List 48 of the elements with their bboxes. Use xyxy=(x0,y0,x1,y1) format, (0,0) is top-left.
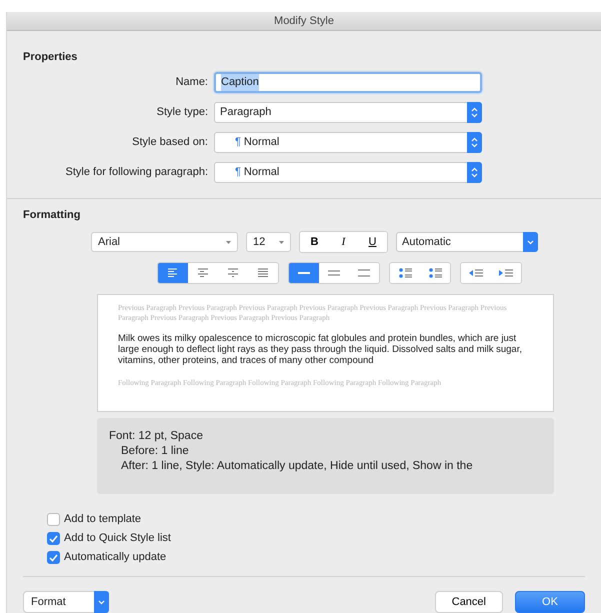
checkbox-label: Add to Quick Style list xyxy=(64,531,171,546)
dropdown-icon xyxy=(279,240,284,244)
checkbox-label: Add to template xyxy=(64,512,142,528)
cancel-button[interactable]: Cancel xyxy=(434,591,503,613)
description-text: Before: 1 line xyxy=(120,444,189,459)
stepper-icon[interactable] xyxy=(94,591,109,613)
field-label: Style type: xyxy=(156,105,209,120)
format-menu-button[interactable]: Format xyxy=(23,591,109,613)
justify-icon xyxy=(256,267,270,279)
dropdown-icon xyxy=(226,240,231,244)
segmented-control[interactable] xyxy=(460,262,522,284)
segmented-control[interactable] xyxy=(389,262,451,284)
name-field[interactable]: Caption xyxy=(214,72,482,93)
stepper-icon[interactable] xyxy=(467,162,482,183)
window-title: Modify Style xyxy=(274,14,334,29)
line-spacing-icon xyxy=(357,267,371,279)
sample-text: Milk owes its milky opalescence to microscopic fat globules and protein bundles, which are just large enough to deflect light rays as they pass through the liquid. Dissolved salts and milk sugar, vitamins, other proteins, and traces of many other compound xyxy=(118,333,523,366)
stepper-icon[interactable] xyxy=(523,232,538,252)
checkbox[interactable] xyxy=(47,532,60,545)
field-label: Style for following paragraph: xyxy=(64,165,209,180)
section-heading: Formatting xyxy=(23,208,82,222)
segmented-control[interactable] xyxy=(157,262,279,284)
style-select[interactable]: Paragraph xyxy=(214,102,482,123)
field-label: Name: xyxy=(174,75,209,90)
style-select[interactable]: ¶ Normal xyxy=(214,132,482,153)
toolbar-button[interactable] xyxy=(158,263,188,283)
align-right-icon xyxy=(226,267,240,279)
checkbox-label: Automatically update xyxy=(64,550,166,566)
paragraph-spacing-icon xyxy=(397,267,413,279)
color-select[interactable]: Automatic xyxy=(396,232,538,252)
stepper-icon[interactable] xyxy=(467,132,482,153)
align-left-icon xyxy=(166,267,180,279)
section-heading: Properties xyxy=(23,50,78,65)
indent-icon xyxy=(498,267,514,279)
toolbar-button[interactable] xyxy=(289,263,319,283)
checkbox[interactable] xyxy=(47,513,60,526)
style-select[interactable]: ¶ Normal xyxy=(214,162,482,183)
segmented-control[interactable] xyxy=(288,262,380,284)
paragraph-spacing-icon xyxy=(427,267,443,279)
font-size-field[interactable]: 12 xyxy=(246,232,291,252)
outdent-icon xyxy=(468,267,484,279)
field-label: Style based on: xyxy=(131,135,209,150)
align-center-icon xyxy=(196,267,210,279)
description-text: Font: 12 pt, Space xyxy=(109,429,203,444)
description-text: After: 1 line, Style: Automatically update, Hide until used, Show in the xyxy=(120,459,473,474)
stepper-icon[interactable] xyxy=(467,102,482,123)
font-name-field[interactable]: Arial xyxy=(91,232,238,252)
checkbox[interactable] xyxy=(47,551,60,564)
